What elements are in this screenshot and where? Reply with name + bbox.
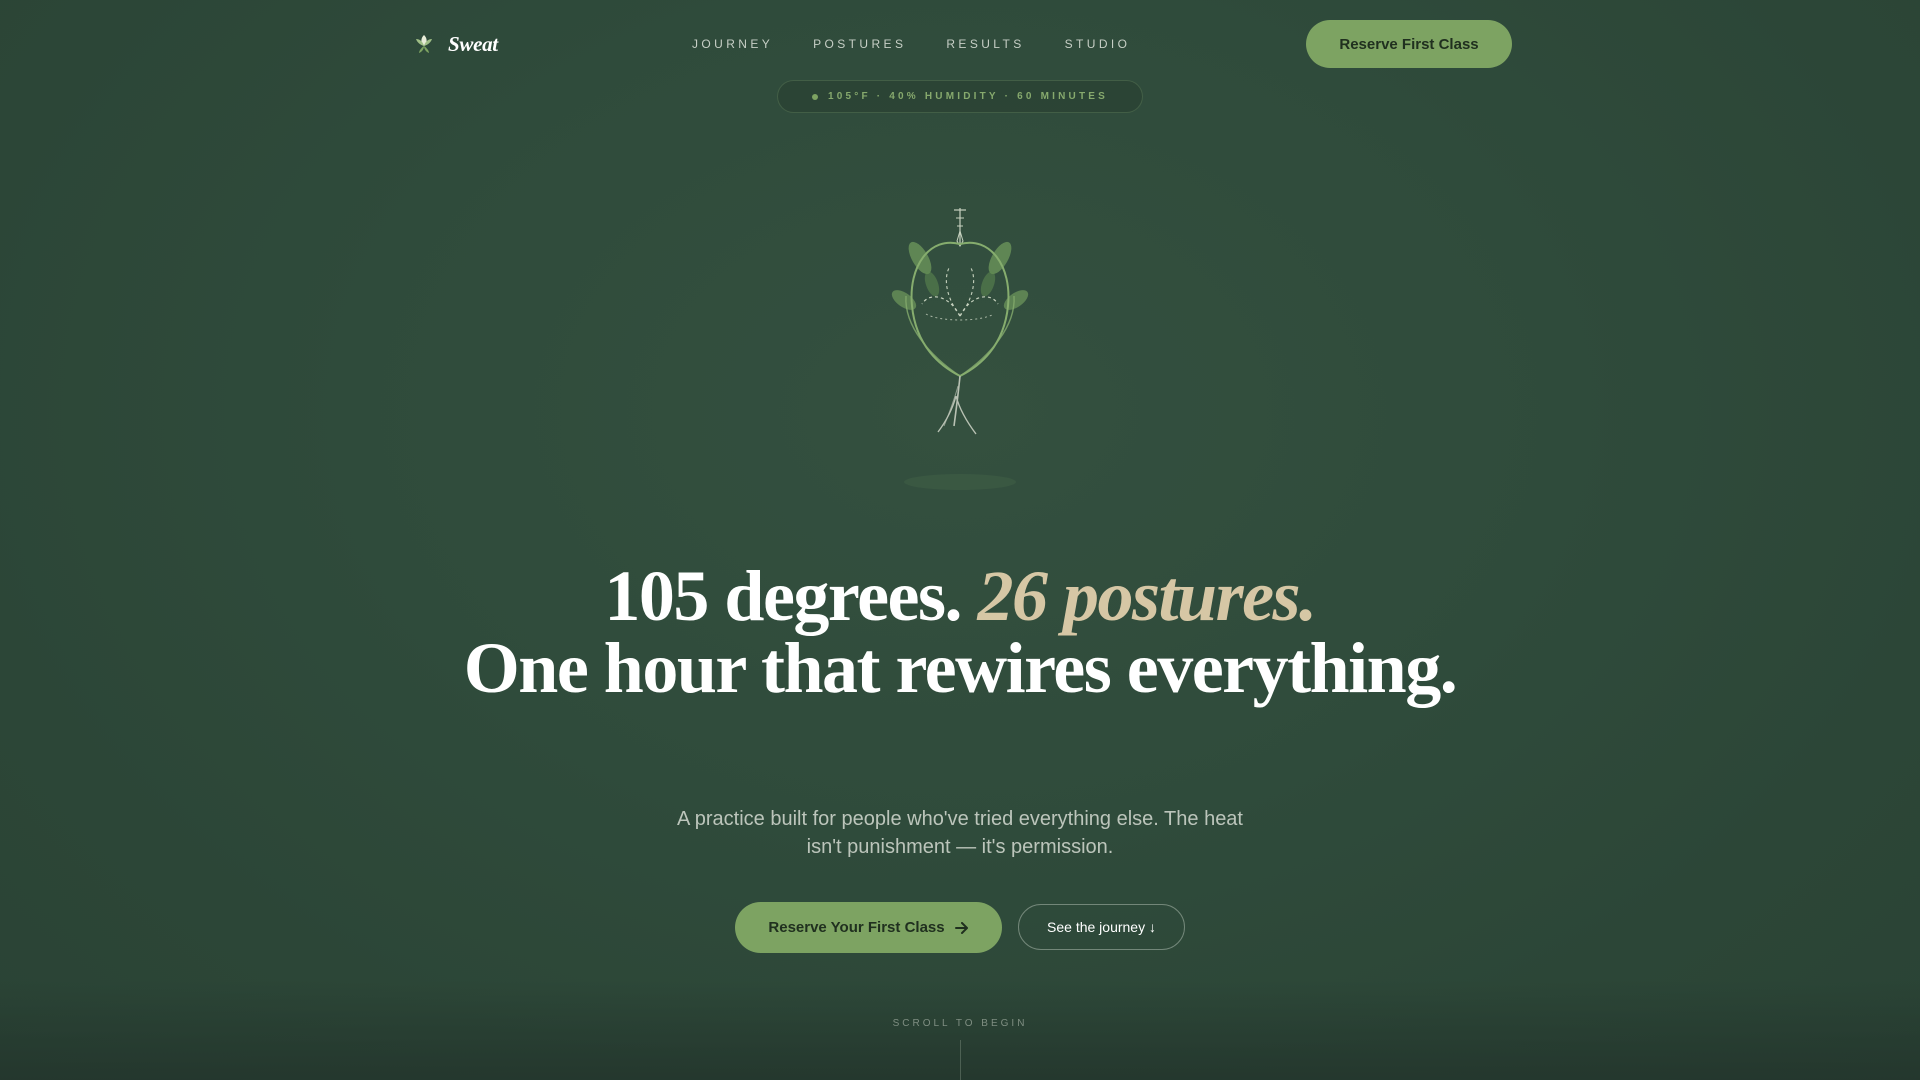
see-the-journey-button[interactable]: See the journey ↓ [1018,904,1185,950]
reserve-first-class-button[interactable]: Reserve First Class [1306,20,1512,68]
arrow-right-icon [954,921,968,934]
botanical-lotus-illustration [891,208,1029,490]
scroll-indicator-line [960,1040,961,1080]
nav-results[interactable]: RESULTS [946,37,1024,51]
brand-name: Sweat [448,31,498,56]
nav-studio[interactable]: STUDIO [1065,37,1131,51]
nav-journey[interactable]: JOURNEY [692,37,773,51]
headline-part2: One hour that rewires everything. [463,628,1458,708]
main-nav: JOURNEY POSTURES RESULTS STUDIO [692,37,1130,51]
class-conditions-pill: 105°F · 40% HUMIDITY · 60 MINUTES [777,80,1143,113]
hero-subtext: A practice built for people who've tried… [676,808,1243,858]
site-header: Sweat JOURNEY POSTURES RESULTS STUDIO Re… [0,0,1920,88]
scroll-indicator-label: SCROLL TO BEGIN [892,1018,1028,1029]
lotus-leaf-icon [416,35,432,53]
brand-logo[interactable]: Sweat [414,30,498,58]
reserve-your-first-class-button[interactable]: Reserve Your First Class [735,902,1002,953]
status-dot-icon [811,93,818,100]
hero-headline: 105 degrees. 26 postures. One hour that … [460,560,1460,704]
class-conditions-text: 105°F · 40% HUMIDITY · 60 MINUTES [827,91,1108,102]
cta-primary-label: Reserve Your First Class [768,919,945,936]
nav-postures[interactable]: POSTURES [813,37,906,51]
headline-part1: 105 degrees. [604,556,978,636]
headline-accent: 26 postures. [977,556,1318,636]
